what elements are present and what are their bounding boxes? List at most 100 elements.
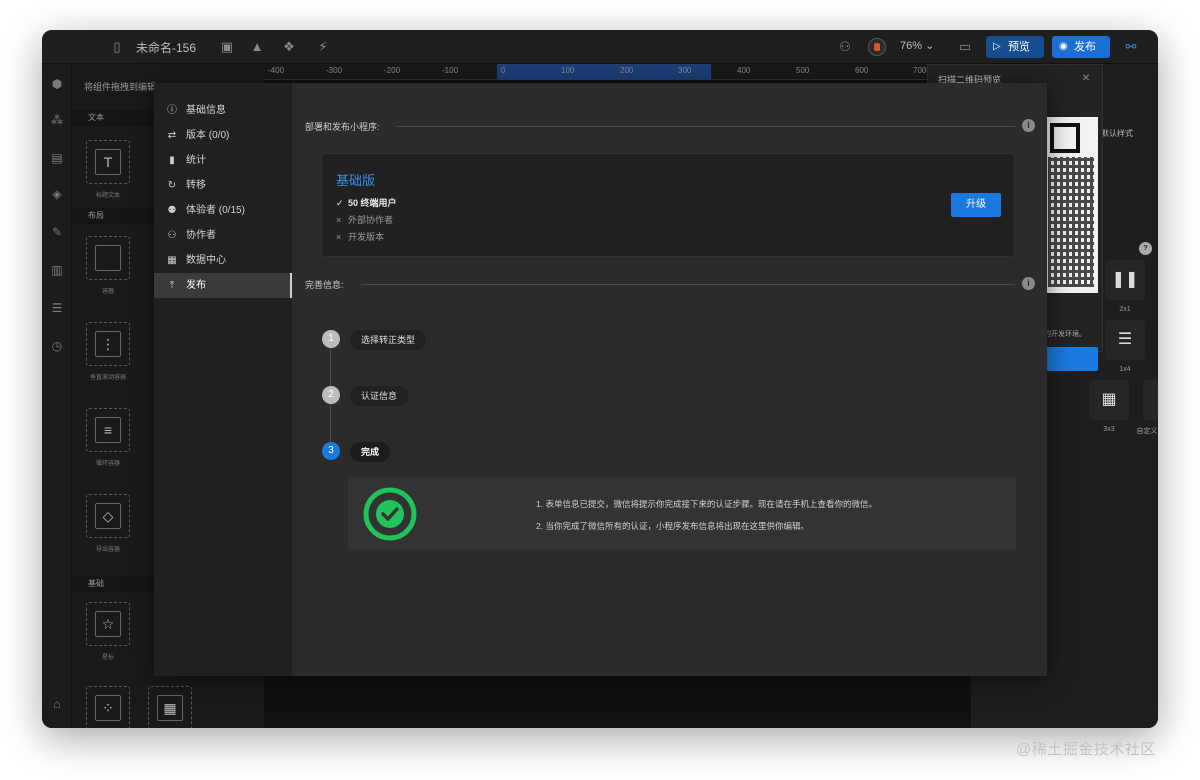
publish-label: 发布 xyxy=(1074,41,1096,53)
cube-icon[interactable]: ⬢ xyxy=(49,76,65,92)
component-card[interactable]: ▦ xyxy=(148,686,192,728)
publish-button[interactable]: ◉ 发布 xyxy=(1052,36,1110,58)
info-icon[interactable]: i xyxy=(1022,277,1035,290)
loop-container-icon: ≡ xyxy=(95,417,121,443)
star-icon: ☆ xyxy=(95,611,121,637)
component-card[interactable]: ◇ xyxy=(86,494,130,538)
completion-box: 1. 表单信息已提交，微信将提示你完成接下来的认证步骤。现在请在手机上查看你的微… xyxy=(348,478,1016,550)
nav-versions[interactable]: ⇄ 版本 (0/0) xyxy=(154,123,292,148)
step-label: 认证信息 xyxy=(350,386,409,406)
watermark: @稀土掘金技术社区 xyxy=(1016,741,1156,758)
feature-text: 开发版本 xyxy=(348,232,385,242)
publish-settings-modal: ⓘ 基础信息 ⇄ 版本 (0/0) ▮ 统计 ↻ 转移 ⚉ 体验者 (0/15) ⚇ 协作者… xyxy=(154,83,1047,676)
component-card[interactable]: T xyxy=(86,140,130,184)
tile-label: 自定义 xyxy=(1136,428,1158,435)
store-icon[interactable]: ⌂ xyxy=(49,696,65,712)
component-label: 循环容器 xyxy=(95,461,120,467)
nav-label: 统计 xyxy=(186,155,206,166)
document-title[interactable]: 未命名-156 xyxy=(136,39,196,56)
nav-label: 体验者 (0/15) xyxy=(186,205,245,216)
info-icon[interactable]: i xyxy=(1022,119,1035,132)
feature-text: 外部协作者 xyxy=(348,215,394,225)
zoom-select[interactable]: 76% ⌄ xyxy=(900,39,934,52)
user-plus-icon: ⚉ xyxy=(167,205,177,216)
step-number: 2 xyxy=(322,386,340,404)
widgets-icon[interactable]: ⁂ xyxy=(49,112,65,128)
users-icon[interactable]: ⚇ xyxy=(836,38,854,56)
nav-data-center[interactable]: ▦ 数据中心 xyxy=(154,248,292,273)
ruler-tick: 600 xyxy=(855,66,869,75)
eye-icon: ◉ xyxy=(1059,41,1068,52)
upload-icon: ⤒ xyxy=(169,280,175,291)
upgrade-button[interactable]: 升级 xyxy=(951,193,1001,217)
preview-label: 预览 xyxy=(1008,41,1030,53)
share-icon[interactable]: ⚯ xyxy=(1122,38,1140,56)
feature-text: 50 终端用户 xyxy=(348,198,397,208)
tile-label: 3x3 xyxy=(1103,426,1115,433)
ruler-tick: -200 xyxy=(384,66,401,75)
device-icon[interactable]: ▭ xyxy=(956,38,974,56)
components-icon[interactable]: ❖ xyxy=(280,38,298,56)
component-label: 星标 xyxy=(101,655,114,661)
cross-icon: × xyxy=(336,215,342,225)
ruler-tick: -100 xyxy=(442,66,459,75)
style-select[interactable]: 默认样式 xyxy=(1101,128,1133,139)
layers-icon[interactable]: ◈ xyxy=(49,186,65,202)
layout-tile-1x4[interactable]: ☰ xyxy=(1105,320,1145,360)
step-label: 完成 xyxy=(350,442,391,462)
qr-icon: ▦ xyxy=(157,695,183,721)
list-icon[interactable]: ☰ xyxy=(49,300,65,316)
plan-feature: ✓ 50 终端用户 xyxy=(336,196,397,209)
transfer-icon: ↻ xyxy=(167,180,177,191)
info-section-header: 完善信息: i xyxy=(305,276,1035,292)
template-icon[interactable]: ▥ xyxy=(49,262,65,278)
close-icon[interactable]: × xyxy=(1082,69,1090,85)
table-icon: ▦ xyxy=(167,255,177,266)
swap-icon: ⇄ xyxy=(167,130,177,141)
layout-tile-2x1[interactable]: ❚❚ xyxy=(1105,260,1145,300)
step-connector xyxy=(330,348,331,386)
component-card[interactable]: ⁘ xyxy=(86,686,130,728)
nav-label: 数据中心 xyxy=(186,255,226,266)
modal-content: 部署和发布小程序: i 基础版 ✓ 50 终端用户 × 外部协作者 × 开发版本 升级… xyxy=(292,83,1047,676)
nav-label: 协作者 xyxy=(186,230,216,241)
lightning-icon[interactable]: ⚡ xyxy=(314,38,332,56)
section-title: 完善信息: xyxy=(305,280,344,290)
step-number: 3 xyxy=(322,442,340,460)
divider xyxy=(361,284,1015,285)
ruler-tick: 0 xyxy=(501,66,506,75)
page-icon[interactable]: ▤ xyxy=(49,150,65,166)
help-icon[interactable]: ? xyxy=(1139,242,1152,255)
component-card[interactable]: ☆ xyxy=(86,602,130,646)
component-card[interactable] xyxy=(86,236,130,280)
ruler-tick: 500 xyxy=(796,66,810,75)
wrench-icon[interactable]: ✎ xyxy=(49,224,65,240)
component-label: 容器 xyxy=(101,289,114,295)
stack-icon: ◇ xyxy=(95,503,121,529)
save-icon[interactable]: ▣ xyxy=(218,38,236,56)
nav-testers[interactable]: ⚉ 体验者 (0/15) xyxy=(154,198,292,223)
nav-collaborators[interactable]: ⚇ 协作者 xyxy=(154,223,292,248)
qr-action-button[interactable] xyxy=(1044,347,1098,371)
bar-chart-icon: ▮ xyxy=(169,155,175,166)
avatar[interactable] xyxy=(868,38,886,56)
nav-publish[interactable]: ⤒ 发布 xyxy=(154,273,292,298)
triangle-icon[interactable]: ▲ xyxy=(248,38,266,56)
qr-code-image xyxy=(1044,117,1098,293)
team-icon: ⚇ xyxy=(167,230,177,241)
play-icon: ▷ xyxy=(993,41,1001,52)
ruler-tick: -300 xyxy=(326,66,343,75)
history-icon[interactable]: ◷ xyxy=(49,338,65,354)
nav-basic-info[interactable]: ⓘ 基础信息 xyxy=(154,98,292,123)
nav-transfer[interactable]: ↻ 转移 xyxy=(154,173,292,198)
ruler-tick: 700 xyxy=(913,66,927,75)
nav-statistics[interactable]: ▮ 统计 xyxy=(154,148,292,173)
component-card[interactable]: ≡ xyxy=(86,408,130,452)
ruler-tick: 300 xyxy=(678,66,692,75)
layout-tile-3x3[interactable]: ▦ xyxy=(1089,380,1129,420)
component-card[interactable]: ⋮ xyxy=(86,322,130,366)
step-number: 1 xyxy=(322,330,340,348)
preview-button[interactable]: ▷ 预览 xyxy=(986,36,1044,58)
layout-tile-custom[interactable] xyxy=(1143,380,1158,420)
sidebar-toggle-icon[interactable]: ▯ xyxy=(108,38,126,56)
